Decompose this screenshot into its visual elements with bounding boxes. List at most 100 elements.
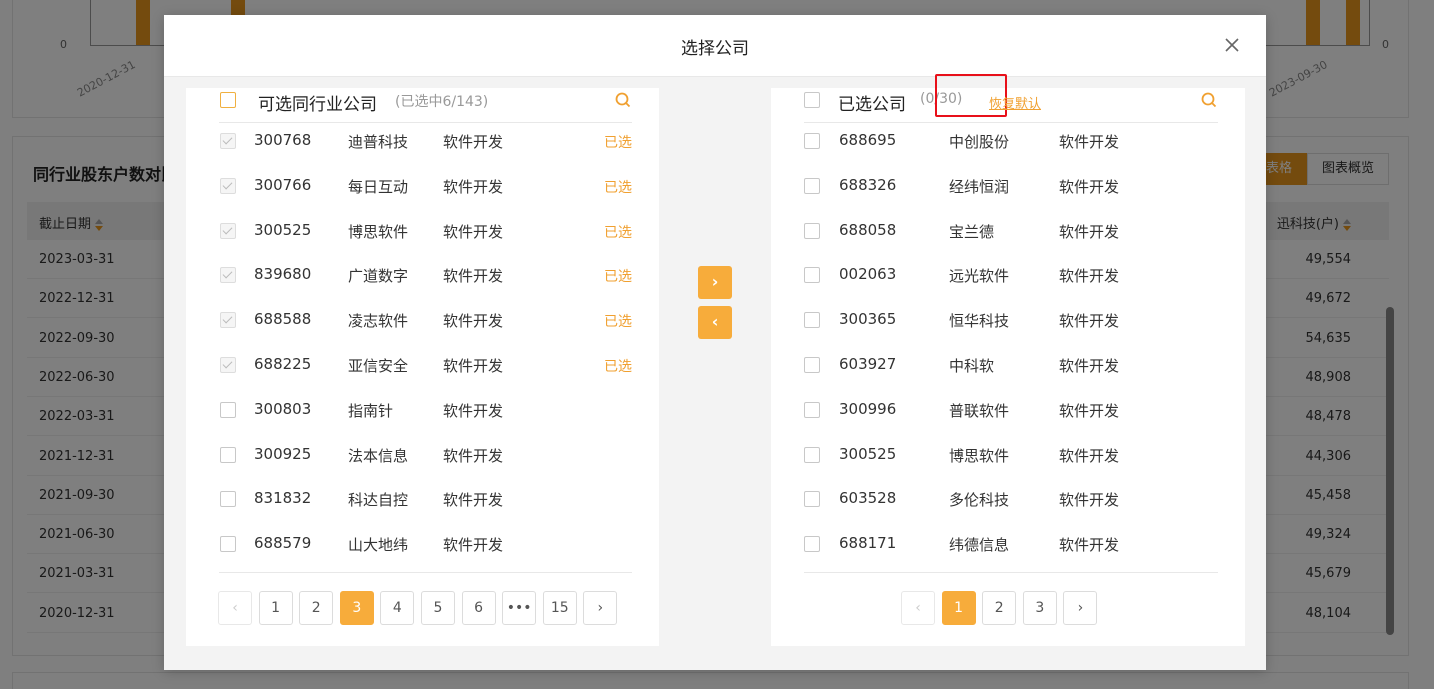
move-left-button[interactable]: ‹: [698, 306, 732, 339]
available-company-row[interactable]: 300925 法本信息 软件开发: [219, 437, 632, 482]
company-industry: 软件开发: [1059, 357, 1120, 375]
selected-company-row[interactable]: 688695 中创股份 软件开发: [804, 123, 1218, 168]
company-name: 博思软件: [949, 446, 1010, 465]
company-name: 纬德信息: [949, 536, 1010, 555]
chevron-right-icon: ›: [711, 272, 719, 291]
company-industry: 软件开发: [443, 491, 504, 510]
company-name: 多伦科技: [949, 491, 1010, 510]
page-button[interactable]: 15: [542, 591, 577, 625]
company-checkbox[interactable]: [220, 536, 236, 553]
company-code: 300996: [839, 399, 897, 418]
company-code: 688225: [254, 355, 312, 373]
company-industry: 软件开发: [443, 222, 504, 241]
company-checkbox[interactable]: [220, 491, 236, 508]
move-right-button[interactable]: ›: [698, 266, 732, 299]
selected-pagination: ‹ 1 2 3 ›: [901, 591, 1104, 625]
company-name: 普联软件: [949, 401, 1010, 420]
available-company-row[interactable]: 688579 山大地纬 软件开发: [219, 526, 632, 571]
page-button[interactable]: 4: [380, 591, 415, 625]
company-industry: 软件开发: [443, 536, 504, 555]
company-industry: 软件开发: [1059, 312, 1120, 331]
selected-company-row[interactable]: 603528 多伦科技 软件开发: [804, 481, 1218, 526]
divider: [804, 572, 1218, 573]
dialog-title: 选择公司: [681, 39, 749, 59]
next-page-button[interactable]: ›: [583, 591, 618, 625]
available-company-row[interactable]: 839680 广道数字 软件开发 已选: [219, 257, 632, 302]
company-industry: 软件开发: [443, 267, 504, 286]
company-code: 839680: [254, 265, 312, 284]
available-company-row[interactable]: 831832 科达自控 软件开发: [219, 481, 632, 526]
dialog-header: 选择公司: [164, 15, 1266, 77]
company-checkbox[interactable]: [804, 267, 820, 284]
select-company-dialog: 选择公司 可选同行业公司 (已选中6/143) 300768 迪普科技 软件开发 已选…: [164, 15, 1266, 670]
selected-header: 已选公司 (0/30) 恢复默认: [804, 74, 1218, 123]
select-all-selected-checkbox[interactable]: [804, 92, 820, 108]
company-name: 远光软件: [949, 267, 1010, 286]
company-checkbox[interactable]: [804, 446, 820, 463]
selected-title: 已选公司: [838, 95, 906, 115]
selected-company-row[interactable]: 688326 经纬恒润 软件开发: [804, 168, 1218, 213]
company-name: 迪普科技: [348, 133, 409, 151]
company-code: 300803: [254, 399, 312, 418]
page-button[interactable]: 5: [420, 591, 455, 625]
selected-tag: 已选: [604, 224, 632, 241]
restore-default-link[interactable]: 恢复默认: [989, 93, 1041, 112]
selected-company-row[interactable]: 300525 博思软件 软件开发: [804, 437, 1218, 482]
page-button[interactable]: 3: [1022, 591, 1057, 625]
available-company-row[interactable]: 300768 迪普科技 软件开发 已选: [219, 123, 632, 168]
available-company-row[interactable]: 300766 每日互动 软件开发 已选: [219, 168, 632, 213]
company-name: 恒华科技: [949, 312, 1010, 331]
company-checkbox[interactable]: [804, 357, 820, 373]
available-company-row[interactable]: 300525 博思软件 软件开发 已选: [219, 213, 632, 258]
page-button[interactable]: 2: [299, 591, 334, 625]
available-company-row[interactable]: 300803 指南针 软件开发: [219, 392, 632, 437]
company-name: 每日互动: [348, 177, 409, 196]
company-name: 经纬恒润: [949, 177, 1010, 196]
select-all-available-checkbox[interactable]: [220, 92, 236, 108]
page-button[interactable]: 1: [258, 591, 293, 625]
company-checkbox[interactable]: [804, 536, 820, 553]
company-checkbox[interactable]: [804, 222, 820, 239]
company-checkbox[interactable]: [804, 177, 820, 194]
close-icon[interactable]: [1220, 33, 1244, 57]
selected-company-row[interactable]: 688171 纬德信息 软件开发: [804, 526, 1218, 571]
company-checkbox[interactable]: [804, 312, 820, 329]
company-industry: 软件开发: [1059, 222, 1120, 241]
search-icon[interactable]: [1200, 91, 1218, 109]
page-button[interactable]: 3: [339, 591, 374, 625]
company-code: 300365: [839, 310, 897, 329]
next-page-button[interactable]: ›: [1063, 591, 1098, 625]
selected-company-row[interactable]: 002063 远光软件 软件开发: [804, 257, 1218, 302]
company-checkbox: [220, 357, 236, 373]
company-name: 山大地纬: [348, 536, 409, 555]
selected-company-row[interactable]: 300996 普联软件 软件开发: [804, 392, 1218, 437]
company-code: 300768: [254, 131, 312, 149]
selected-company-row[interactable]: 300365 恒华科技 软件开发: [804, 302, 1218, 347]
company-code: 300525: [254, 220, 312, 239]
company-industry: 软件开发: [1059, 177, 1120, 196]
company-industry: 软件开发: [1059, 267, 1120, 286]
company-code: 300525: [839, 444, 897, 463]
company-checkbox[interactable]: [804, 401, 820, 418]
company-checkbox[interactable]: [804, 491, 820, 508]
company-code: 603528: [839, 489, 897, 508]
available-company-row[interactable]: 688588 凌志软件 软件开发 已选: [219, 302, 632, 347]
company-code: 688695: [839, 131, 897, 149]
company-checkbox[interactable]: [220, 446, 236, 463]
company-checkbox[interactable]: [804, 133, 820, 149]
available-company-row[interactable]: 688225 亚信安全 软件开发 已选: [219, 347, 632, 392]
page-ellipsis[interactable]: •••: [502, 591, 537, 625]
selected-company-row[interactable]: 688058 宝兰德 软件开发: [804, 213, 1218, 258]
page-button[interactable]: 6: [461, 591, 496, 625]
prev-page-button[interactable]: ‹: [218, 591, 252, 625]
chevron-left-icon: ‹: [711, 312, 719, 331]
selected-tag: 已选: [604, 269, 632, 286]
company-code: 688579: [254, 534, 312, 553]
page-button[interactable]: 1: [941, 591, 976, 625]
company-checkbox[interactable]: [220, 401, 236, 418]
prev-page-button[interactable]: ‹: [901, 591, 935, 625]
page-button[interactable]: 2: [982, 591, 1017, 625]
company-code: 688326: [839, 175, 897, 194]
selected-company-row[interactable]: 603927 中科软 软件开发: [804, 347, 1218, 392]
search-icon[interactable]: [614, 91, 632, 109]
